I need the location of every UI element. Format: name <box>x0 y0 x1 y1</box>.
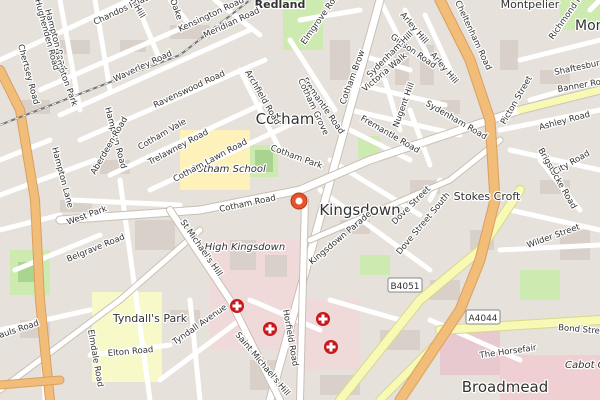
hospital-area-2 <box>300 300 360 370</box>
map-canvas[interactable]: Redland Montpelier Mon Cotham Kingsdown … <box>0 0 600 400</box>
place-tyndalls-park: Tyndall's Park <box>112 312 188 325</box>
shield-b4051: B4051 <box>390 282 419 292</box>
map-pin-icon[interactable] <box>290 192 308 210</box>
place-high-kingsdown: High Kingsdown <box>205 242 285 253</box>
place-cabot-circus: Cabot Ci <box>565 360 600 371</box>
place-stokes-croft: Stokes Croft <box>454 190 521 203</box>
park-se <box>520 270 560 300</box>
place-broadmead: Broadmead <box>462 378 549 396</box>
hospital-icon[interactable] <box>324 340 338 354</box>
hospital-icon[interactable] <box>316 312 330 326</box>
place-montpelier: Montpelier <box>501 0 560 11</box>
park-mid <box>360 255 390 275</box>
place-redland: Redland <box>255 0 306 11</box>
hospital-icon[interactable] <box>230 299 244 313</box>
map-svg[interactable]: Redland Montpelier Mon Cotham Kingsdown … <box>0 0 600 400</box>
place-cotham: Cotham <box>256 110 315 128</box>
hospital-icon[interactable] <box>263 322 277 336</box>
place-montpelier-partial: Mon <box>575 18 600 34</box>
shield-a4044: A4044 <box>468 314 497 324</box>
